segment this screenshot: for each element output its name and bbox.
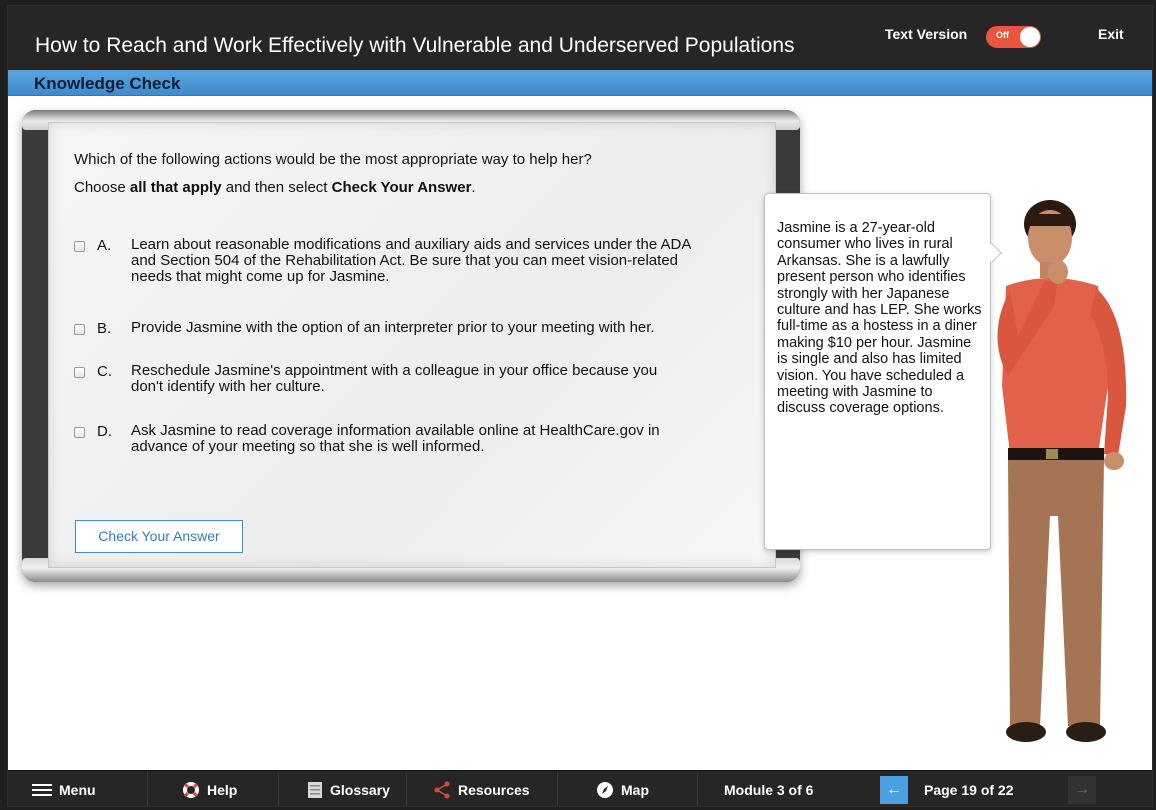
map-label: Map <box>621 782 649 798</box>
text-version-label: Text Version <box>885 26 968 42</box>
glossary-button[interactable]: Glossary <box>279 771 407 806</box>
instruction-suffix: . <box>471 179 476 196</box>
scenario-text: Jasmine is a 27-year-old consumer who li… <box>777 220 982 417</box>
instruction-emphasis-all: all that apply <box>129 179 222 196</box>
help-label: Help <box>207 782 238 798</box>
header-bar: How to Reach and Work Effectively with V… <box>8 6 1152 70</box>
module-indicator: Module 3 of 6 <box>724 782 814 798</box>
option-d-checkbox[interactable] <box>74 427 85 438</box>
option-c-checkbox[interactable] <box>74 367 85 378</box>
option-c-text: Reschedule Jasmine's appointment with a … <box>131 362 658 395</box>
option-d[interactable]: D. Ask Jasmine to read coverage informat… <box>74 423 706 455</box>
footer-nav: Menu Help Glossary Resources Map Module … <box>8 770 1152 806</box>
section-bar: Knowledge Check <box>8 70 1152 96</box>
page-indicator: Page 19 of 22 <box>924 782 1014 798</box>
check-answer-button[interactable]: Check Your Answer <box>75 520 243 553</box>
option-d-text: Ask Jasmine to read coverage information… <box>131 422 660 455</box>
text-version-toggle[interactable]: Off <box>986 26 1041 48</box>
course-title: How to Reach and Work Effectively with V… <box>35 34 795 57</box>
exit-button[interactable]: Exit <box>1098 26 1124 42</box>
book-icon <box>307 781 323 799</box>
resources-button[interactable]: Resources <box>407 771 558 806</box>
scenario-bubble: Jasmine is a 27-year-old consumer who li… <box>764 193 991 550</box>
glossary-label: Glossary <box>330 782 390 798</box>
compass-icon <box>596 781 614 799</box>
option-a[interactable]: A. Learn about reasonable modifications … <box>74 237 691 285</box>
question-prompt: Which of the following actions would be … <box>74 151 592 168</box>
option-b-checkbox[interactable] <box>74 324 85 335</box>
section-title: Knowledge Check <box>34 74 181 93</box>
instruction-prefix: Choose <box>74 179 130 196</box>
option-a-letter: A. <box>97 237 112 254</box>
question-panel: Which of the following actions would be … <box>48 122 776 568</box>
option-d-letter: D. <box>97 423 112 440</box>
option-a-checkbox[interactable] <box>74 241 85 252</box>
right-arrow-icon: → <box>1074 781 1090 798</box>
option-b-letter: B. <box>97 320 112 337</box>
course-player: How to Reach and Work Effectively with V… <box>7 5 1153 807</box>
menu-label: Menu <box>59 782 96 798</box>
lifebuoy-icon <box>182 781 200 799</box>
option-c-letter: C. <box>97 363 112 380</box>
hamburger-icon <box>32 783 52 797</box>
resources-label: Resources <box>458 782 530 798</box>
help-button[interactable]: Help <box>148 771 279 806</box>
map-button[interactable]: Map <box>558 771 698 806</box>
question-instructions: Choose all that apply and then select Ch… <box>74 179 476 196</box>
option-b-text: Provide Jasmine with the option of an in… <box>131 319 655 336</box>
option-a-text: Learn about reasonable modifications and… <box>131 236 691 285</box>
menu-button[interactable]: Menu <box>8 771 148 806</box>
next-page-button[interactable]: → <box>1068 776 1096 804</box>
share-icon <box>433 781 451 799</box>
option-c[interactable]: C. Reschedule Jasmine's appointment with… <box>74 363 661 395</box>
option-b[interactable]: B. Provide Jasmine with the option of an… <box>74 320 771 337</box>
instruction-emphasis-check: Check Your Answer <box>331 179 472 196</box>
toggle-knob <box>1020 27 1040 47</box>
toggle-state-label: Off <box>996 30 1009 40</box>
instruction-middle: and then select <box>221 179 332 196</box>
left-arrow-icon: ← <box>886 781 902 798</box>
previous-page-button[interactable]: ← <box>880 776 908 804</box>
